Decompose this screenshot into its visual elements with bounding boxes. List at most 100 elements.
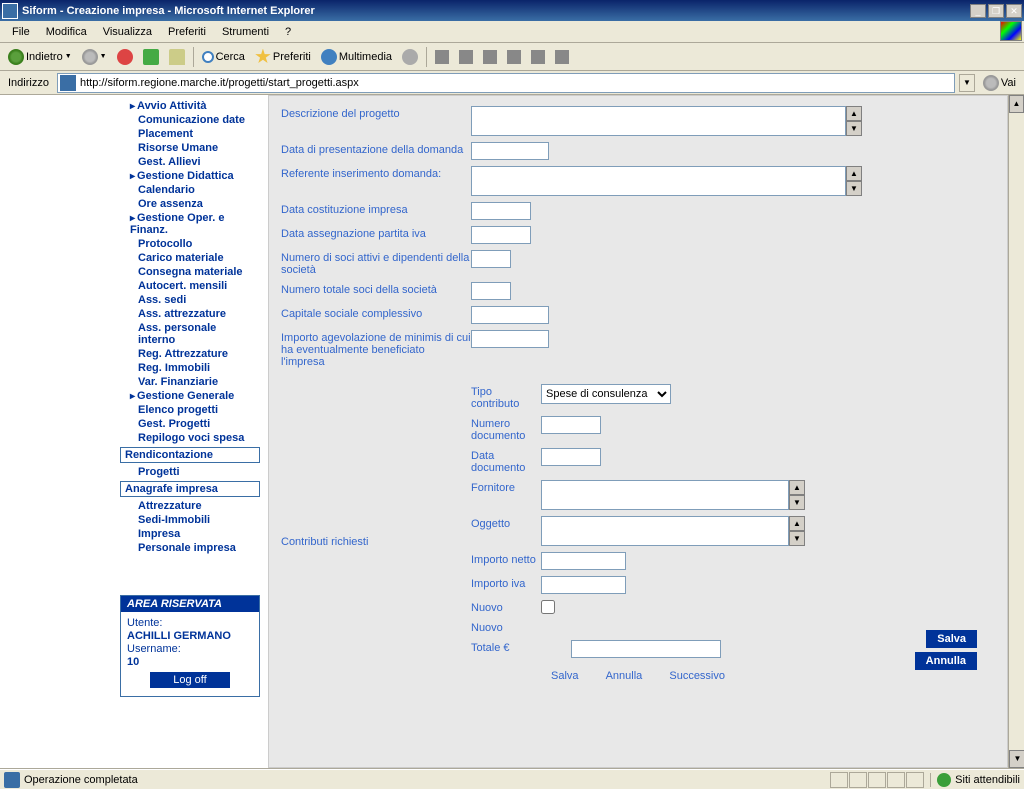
menu-strumenti[interactable]: Strumenti (214, 24, 277, 40)
sidebar-item-personale[interactable]: Personale impresa (120, 541, 260, 555)
menu-visualizza[interactable]: Visualizza (95, 24, 160, 40)
reserved-title: AREA RISERVATA (121, 596, 259, 612)
edit-icon (483, 50, 497, 64)
label-data-presentazione: Data di presentazione della domanda (281, 142, 471, 156)
link-nuovo[interactable]: Nuovo (471, 620, 541, 634)
sidebar-item-riepilogo[interactable]: Repilogo voci spesa (120, 431, 260, 445)
sidebar-item-carico[interactable]: Carico materiale (120, 251, 260, 265)
sidebar-box-rendicontazione[interactable]: Rendicontazione (120, 447, 260, 463)
sidebar: Avvio Attività Comunicazione date Placem… (120, 95, 260, 768)
minimize-button[interactable]: _ (970, 4, 986, 18)
menu-preferiti[interactable]: Preferiti (160, 24, 214, 40)
close-button[interactable]: ✕ (1006, 4, 1022, 18)
input-data-documento[interactable] (541, 448, 601, 466)
scroll-down-icon[interactable]: ▼ (789, 531, 805, 546)
input-importo-iva[interactable] (541, 576, 626, 594)
sidebar-item-oper-finanz[interactable]: Gestione Oper. e Finanz. (120, 211, 260, 237)
input-numero-totale-soci[interactable] (471, 282, 511, 300)
input-data-presentazione[interactable] (471, 142, 549, 160)
sidebar-item-generale[interactable]: Gestione Generale (120, 389, 260, 403)
sidebar-item-elenco[interactable]: Elenco progetti (120, 403, 260, 417)
sidebar-item-var-finanz[interactable]: Var. Finanziarie (120, 375, 260, 389)
input-referente[interactable] (471, 166, 846, 196)
address-input[interactable]: http://siform.regione.marche.it/progetti… (57, 73, 955, 93)
media-button[interactable]: Multimedia (317, 47, 396, 67)
input-fornitore[interactable] (541, 480, 789, 510)
logoff-button[interactable]: Log off (150, 672, 230, 688)
sidebar-item-avvio[interactable]: Avvio Attività (120, 99, 260, 113)
scroll-up-icon[interactable]: ▲ (789, 516, 805, 531)
annulla-button[interactable]: Annulla (915, 652, 977, 670)
address-dropdown-button[interactable]: ▼ (959, 74, 975, 92)
sidebar-item-risorse[interactable]: Risorse Umane (120, 141, 260, 155)
edit-button[interactable] (479, 48, 501, 66)
sidebar-item-ass-sedi[interactable]: Ass. sedi (120, 293, 260, 307)
scroll-down-icon[interactable]: ▼ (789, 495, 805, 510)
sidebar-item-gest-progetti[interactable]: Gest. Progetti (120, 417, 260, 431)
input-totale[interactable] (571, 640, 721, 658)
window-title: Siform - Creazione impresa - Microsoft I… (22, 5, 970, 17)
sidebar-item-didattica[interactable]: Gestione Didattica (120, 169, 260, 183)
sidebar-item-attrezzature[interactable]: Attrezzature (120, 499, 260, 513)
input-oggetto[interactable] (541, 516, 789, 546)
sidebar-item-ass-personale[interactable]: Ass. personale interno (120, 321, 260, 347)
maximize-button[interactable]: ❐ (988, 4, 1004, 18)
bottom-salva[interactable]: Salva (551, 670, 579, 682)
dropdown-icon: ▼ (100, 53, 107, 60)
sidebar-box-anagrafe[interactable]: Anagrafe impresa (120, 481, 260, 497)
research-button[interactable] (527, 48, 549, 66)
bottom-annulla[interactable]: Annulla (606, 670, 643, 682)
sidebar-item-ass-attrez[interactable]: Ass. attrezzature (120, 307, 260, 321)
input-importo-agevolazione[interactable] (471, 330, 549, 348)
vertical-scrollbar[interactable] (1008, 95, 1024, 768)
search-label: Cerca (216, 51, 245, 63)
home-button[interactable] (165, 47, 189, 67)
bottom-successivo[interactable]: Successivo (669, 670, 725, 682)
sidebar-item-sedi[interactable]: Sedi-Immobili (120, 513, 260, 527)
sidebar-item-placement[interactable]: Placement (120, 127, 260, 141)
favorites-button[interactable]: Preferiti (251, 47, 315, 67)
page-icon (60, 75, 76, 91)
label-capitale-sociale: Capitale sociale complessivo (281, 306, 471, 320)
checkbox-nuovo[interactable] (541, 600, 555, 614)
sidebar-item-assenza[interactable]: Ore assenza (120, 197, 260, 211)
sidebar-item-autocert[interactable]: Autocert. mensili (120, 279, 260, 293)
input-data-partita-iva[interactable] (471, 226, 531, 244)
scroll-down-icon[interactable]: ▼ (846, 181, 862, 196)
sidebar-item-impresa[interactable]: Impresa (120, 527, 260, 541)
sidebar-item-protocollo[interactable]: Protocollo (120, 237, 260, 251)
go-button[interactable]: Vai (979, 73, 1020, 93)
stop-button[interactable] (113, 47, 137, 67)
input-capitale-sociale[interactable] (471, 306, 549, 324)
input-descrizione[interactable] (471, 106, 846, 136)
select-tipo-contributo[interactable]: Spese di consulenza (541, 384, 671, 404)
sidebar-item-calendario[interactable]: Calendario (120, 183, 260, 197)
discuss-button[interactable] (503, 48, 525, 66)
input-importo-netto[interactable] (541, 552, 626, 570)
scroll-up-icon[interactable]: ▲ (789, 480, 805, 495)
sidebar-item-consegna[interactable]: Consegna materiale (120, 265, 260, 279)
sidebar-item-comunicazione[interactable]: Comunicazione date (120, 113, 260, 127)
input-numero-documento[interactable] (541, 416, 601, 434)
sidebar-item-reg-attrez[interactable]: Reg. Attrezzature (120, 347, 260, 361)
history-button[interactable] (398, 47, 422, 67)
search-button[interactable]: Cerca (198, 49, 249, 65)
sidebar-item-progetti[interactable]: Progetti (120, 465, 260, 479)
input-numero-soci-attivi[interactable] (471, 250, 511, 268)
salva-button[interactable]: Salva (926, 630, 977, 648)
menu-help[interactable]: ? (277, 24, 299, 40)
sidebar-item-reg-immobili[interactable]: Reg. Immobili (120, 361, 260, 375)
sidebar-item-allievi[interactable]: Gest. Allievi (120, 155, 260, 169)
messenger-button[interactable] (551, 48, 573, 66)
print-button[interactable] (455, 48, 477, 66)
back-button[interactable]: Indietro ▼ (4, 47, 76, 67)
menu-file[interactable]: File (4, 24, 38, 40)
scroll-up-icon[interactable]: ▲ (846, 166, 862, 181)
forward-button[interactable]: ▼ (78, 47, 111, 67)
scroll-up-icon[interactable]: ▲ (846, 106, 862, 121)
scroll-down-icon[interactable]: ▼ (846, 121, 862, 136)
menu-modifica[interactable]: Modifica (38, 24, 95, 40)
input-data-costituzione[interactable] (471, 202, 531, 220)
refresh-button[interactable] (139, 47, 163, 67)
mail-button[interactable] (431, 48, 453, 66)
